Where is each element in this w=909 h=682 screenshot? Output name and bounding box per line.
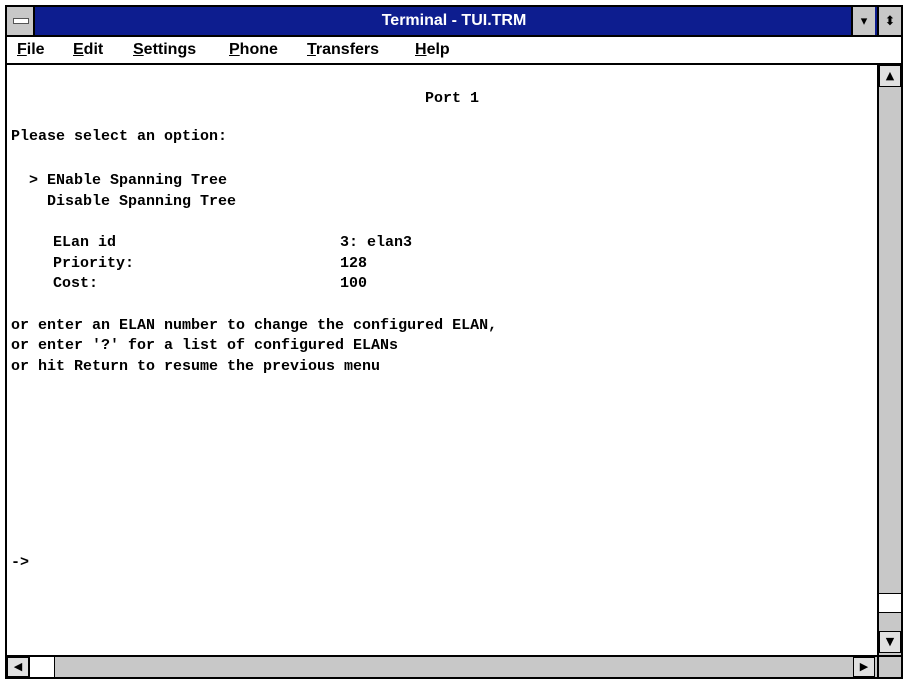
menu-phone[interactable]: Phone [229,39,278,61]
menu-edit[interactable]: Edit [73,39,103,61]
help-line: or enter an ELAN number to change the co… [11,317,498,334]
minimize-icon: ▾ [860,13,868,28]
scroll-left-button[interactable]: ◀ [7,657,29,677]
maximize-button[interactable]: ⬍ [877,7,901,35]
menu-bar: File Edit Settings Phone Transfers Help [7,37,901,65]
port-header: Port 1 [425,90,480,107]
priority-label: Priority: [53,255,135,272]
horizontal-scroll-thumb[interactable] [29,657,55,677]
vertical-scroll-thumb[interactable] [879,593,901,613]
scroll-right-button[interactable]: ▶ [853,657,875,677]
arrow-left-icon: ◀ [13,660,23,673]
option-enable-spanning-tree[interactable]: > ENable Spanning Tree [11,172,227,190]
elan-id-value: 3: elan3 [340,234,413,251]
restore-icon: ⬍ [884,13,896,28]
menu-transfers[interactable]: Transfers [307,39,379,61]
help-line: or enter '?' for a list of configured EL… [11,337,399,354]
cost-value: 100 [340,275,368,292]
scroll-down-button[interactable]: ▼ [879,631,901,653]
priority-value: 128 [340,255,368,272]
scroll-up-button[interactable]: ▲ [879,65,901,87]
window-title: Terminal - TUI.TRM [381,12,527,29]
option-disable-spanning-tree[interactable]: Disable Spanning Tree [11,193,236,211]
command-prompt: -> [11,554,30,571]
arrow-up-icon: ▲ [885,69,895,82]
cost-label: Cost: [53,275,99,292]
horizontal-scrollbar[interactable]: ◀ ▶ [7,655,877,677]
vertical-scrollbar[interactable]: ▲ ▼ [877,65,901,655]
arrow-down-icon: ▼ [885,635,895,648]
select-prompt: Please select an option: [11,128,228,145]
menu-file[interactable]: File [17,39,45,61]
title-bar[interactable]: Terminal - TUI.TRM ▾ ⬍ [7,7,901,37]
terminal-window: Terminal - TUI.TRM ▾ ⬍ File Edit Setting… [5,5,903,679]
elan-id-label: ELan id [53,234,117,251]
arrow-right-icon: ▶ [859,660,869,673]
terminal-screen[interactable]: Port 1 Please select an option: > ENable… [7,65,875,655]
scrollbar-corner [877,655,901,677]
menu-help[interactable]: Help [415,39,450,61]
menu-settings[interactable]: Settings [133,39,196,61]
help-line: or hit Return to resume the previous men… [11,358,381,375]
minimize-button[interactable]: ▾ [851,7,875,35]
